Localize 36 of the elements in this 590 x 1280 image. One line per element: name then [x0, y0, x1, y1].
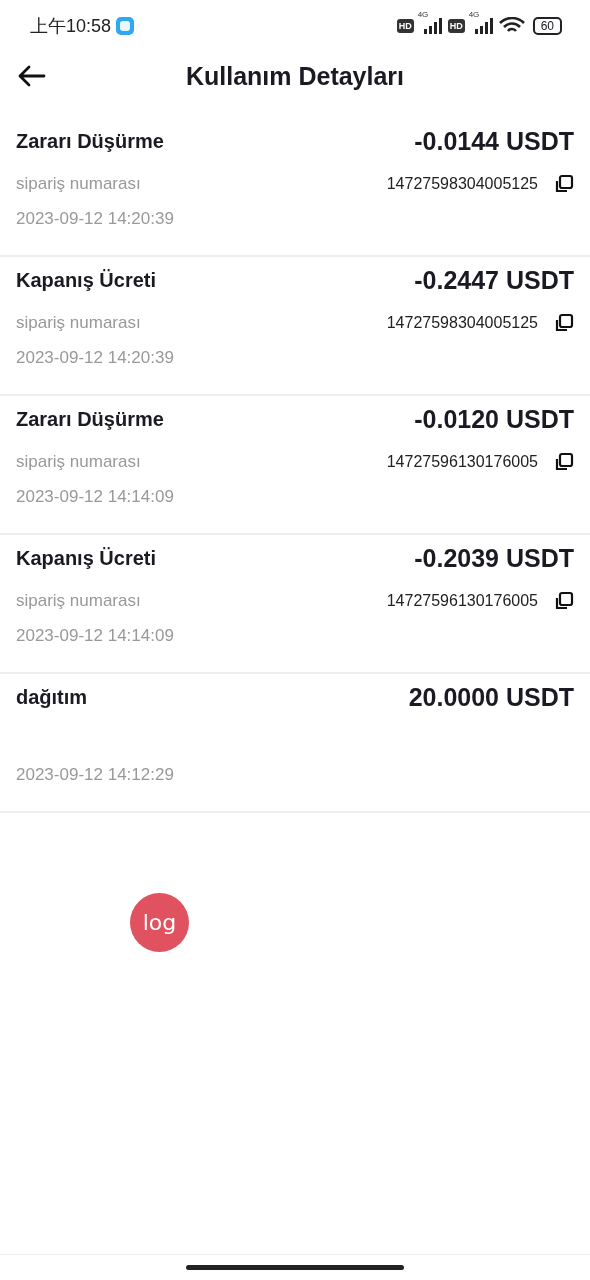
- entry-time: 2023-09-12 14:20:39: [16, 209, 174, 229]
- order-number: 14727596130176005: [386, 592, 538, 610]
- entry-amount: -0.0120 USDT: [414, 404, 574, 434]
- order-number: 14727598304005125: [386, 175, 538, 193]
- order-number: 14727596130176005: [386, 453, 538, 471]
- copy-icon[interactable]: [554, 174, 574, 194]
- entry-amount: -0.2447 USDT: [414, 265, 574, 295]
- order-label: sipariş numarası: [16, 591, 141, 611]
- order-label: sipariş numarası: [16, 313, 141, 333]
- status-time: 上午10:58: [30, 15, 112, 38]
- hd-badge: HD: [447, 19, 465, 33]
- copy-icon[interactable]: [554, 591, 574, 611]
- entry-type: Kapanış Ücreti: [16, 546, 157, 570]
- entry-type: Zararı Düşürme: [16, 407, 164, 431]
- entry-amount: -0.0144 USDT: [414, 126, 574, 156]
- entry-time: 2023-09-12 14:14:09: [16, 487, 174, 507]
- entry-type: Kapanış Ücreti: [16, 268, 157, 292]
- page-title: Kullanım Detayları: [185, 61, 405, 91]
- order-number: 14727598304005125: [386, 314, 538, 332]
- battery-indicator: 60: [532, 17, 562, 35]
- entry-time: 2023-09-12 14:14:09: [16, 626, 174, 646]
- order-label: sipariş numarası: [16, 174, 141, 194]
- order-label: sipariş numarası: [16, 452, 141, 472]
- log-button[interactable]: log: [130, 893, 189, 952]
- copy-icon[interactable]: [554, 452, 574, 472]
- entry-time: 2023-09-12 14:12:29: [16, 765, 174, 785]
- entry-type: Zararı Düşürme: [16, 129, 164, 153]
- copy-icon[interactable]: [554, 313, 574, 333]
- hd-badge: HD: [396, 19, 414, 33]
- entry-amount: -0.2039 USDT: [414, 543, 574, 573]
- entry-time: 2023-09-12 14:20:39: [16, 348, 174, 368]
- entry-amount: 20.0000 USDT: [408, 682, 574, 712]
- network-type: 4G: [417, 10, 429, 19]
- network-type: 4G: [468, 10, 480, 19]
- entry-type: dağıtım: [16, 685, 88, 709]
- app-notification-icon: [115, 16, 136, 36]
